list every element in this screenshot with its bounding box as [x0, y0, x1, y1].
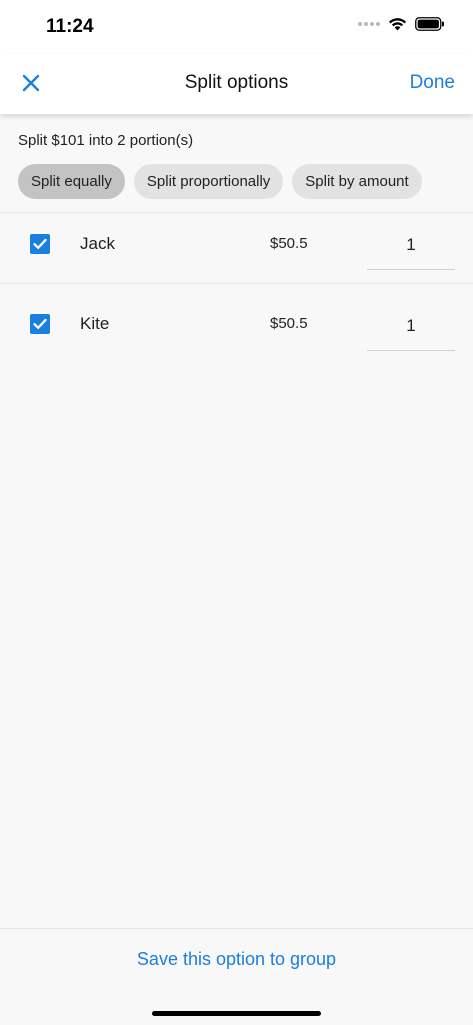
status-icons — [358, 17, 445, 31]
tab-split-equally[interactable]: Split equally — [18, 164, 125, 199]
member-name: Kite — [80, 314, 110, 333]
battery-icon — [415, 17, 444, 31]
save-option-to-group-button[interactable]: Save this option to group — [0, 949, 473, 970]
wifi-icon — [389, 18, 406, 31]
member-checkbox[interactable] — [30, 314, 50, 334]
split-summary: Split $101 into 2 portion(s) — [18, 132, 194, 149]
member-checkbox[interactable] — [30, 234, 50, 254]
checkmark-icon — [33, 238, 47, 249]
tab-split-by-amount[interactable]: Split by amount — [292, 164, 422, 199]
portion-input[interactable]: 1 — [367, 302, 455, 351]
page-title: Split options — [184, 72, 289, 93]
home-indicator — [152, 1011, 321, 1016]
portion-input[interactable]: 1 — [367, 221, 455, 270]
split-mode-tabs: Split equally Split proportionally Split… — [18, 164, 422, 199]
status-time: 11:24 — [46, 16, 94, 37]
status-bar: 11:24 — [0, 0, 473, 54]
member-list: Jack $50.5 1 Kite $50.5 1 — [0, 212, 473, 362]
footer: Save this option to group — [0, 928, 473, 1025]
tab-split-proportionally[interactable]: Split proportionally — [133, 164, 284, 199]
checkmark-icon — [33, 318, 47, 329]
member-row: Kite $50.5 1 — [0, 284, 473, 362]
member-amount: $50.5 — [270, 235, 308, 252]
member-name: Jack — [80, 234, 115, 253]
cellular-signal-icon — [358, 22, 380, 26]
navigation-bar: Split options Done — [0, 54, 473, 114]
member-row: Jack $50.5 1 — [0, 213, 473, 284]
member-amount: $50.5 — [270, 315, 308, 332]
done-button[interactable]: Done — [410, 72, 455, 94]
